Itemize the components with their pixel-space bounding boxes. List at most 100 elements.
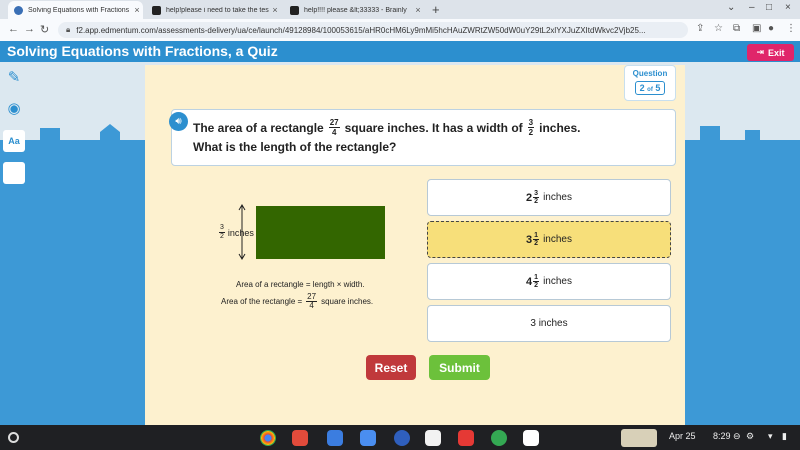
tab-search-icon[interactable]: ⌄ <box>727 2 735 13</box>
brainly-favicon-icon <box>152 5 161 15</box>
fraction-numerator: 3 <box>527 118 535 128</box>
question-label: Question <box>632 69 668 78</box>
notepad-icon[interactable] <box>3 162 25 184</box>
launcher-icon[interactable] <box>8 432 19 443</box>
forward-arrow-icon[interactable]: → <box>24 23 35 35</box>
new-tab-icon[interactable]: + <box>432 2 440 17</box>
sidebar-icon[interactable]: ▣ <box>752 23 761 34</box>
reset-button[interactable]: Reset <box>366 355 416 380</box>
bookmark-star-icon[interactable]: ☆ <box>714 23 723 34</box>
tote-thumbnail[interactable] <box>621 429 657 447</box>
question-total: 5 <box>655 83 661 93</box>
fraction-denominator: 2 <box>534 282 539 289</box>
maximize-icon[interactable]: □ <box>766 2 772 13</box>
tab-solving-equations[interactable]: Solving Equations with Fractions × <box>8 1 143 19</box>
gmail-icon[interactable] <box>292 430 308 446</box>
reload-icon[interactable]: ↻ <box>40 23 49 36</box>
browser-tab-bar: Solving Equations with Fractions × help!… <box>0 0 800 19</box>
tab-brainly-2[interactable]: help!!!! please &lt;33333 - Brainly × <box>284 1 424 19</box>
formula-line-2: Area of the rectangle = 27 4 square inch… <box>221 293 373 310</box>
back-arrow-icon[interactable]: ← <box>8 23 19 35</box>
brainly-favicon-icon <box>290 5 299 15</box>
close-tab-icon[interactable]: × <box>269 5 281 15</box>
fraction-denominator: 4 <box>309 301 314 310</box>
glossary-icon[interactable]: Aa <box>3 130 25 152</box>
text-to-speech-icon[interactable]: ◉ <box>3 97 25 119</box>
submit-button[interactable]: Submit <box>429 355 490 380</box>
fraction-numerator: 1 <box>533 232 540 240</box>
fraction-denominator: 4 <box>331 128 337 137</box>
extensions-icon[interactable]: ⧉ <box>733 23 740 34</box>
tab-title: Solving Equations with Fractions <box>28 6 130 14</box>
minimize-icon[interactable]: – <box>749 2 755 13</box>
speaker-icon[interactable]: 🔊︎ <box>169 112 188 131</box>
play-store-icon[interactable] <box>425 430 441 446</box>
exit-button[interactable]: ⇥ Exit <box>747 44 794 61</box>
close-window-icon[interactable]: × <box>785 2 791 13</box>
wifi-icon[interactable]: ▾ <box>768 431 773 442</box>
formula-text: Area of the rectangle = <box>221 297 303 306</box>
url-text: f2.app.edmentum.com/assessments-delivery… <box>76 25 646 35</box>
mixed-number: 4 1 2 <box>526 274 540 289</box>
messages-icon[interactable] <box>394 430 410 446</box>
question-text: square inches. It has a width of <box>344 120 523 135</box>
answer-option-4[interactable]: 3 inches <box>427 305 671 342</box>
formula-line-1: Area of a rectangle = length × width. <box>236 280 365 289</box>
fraction-denominator: 2 <box>528 128 534 137</box>
formula-fraction: 27 4 <box>306 293 318 310</box>
classroom-icon[interactable] <box>327 430 343 446</box>
app-header: Solving Equations with Fractions, a Quiz <box>0 41 800 62</box>
question-of: of <box>647 87 653 93</box>
area-fraction: 27 4 <box>328 118 340 137</box>
files-icon[interactable] <box>360 430 376 446</box>
whole-number: 2 <box>526 191 533 204</box>
width-unit: inches <box>227 227 254 238</box>
menu-kebab-icon[interactable]: ⋮ <box>786 23 796 34</box>
answer-unit: inches <box>543 192 572 203</box>
question-progress: 2 of 5 <box>634 81 666 95</box>
date-label[interactable]: Apr 25 <box>669 431 696 441</box>
close-tab-icon[interactable]: × <box>412 5 424 15</box>
fraction-denominator: 2 <box>220 233 224 240</box>
drive-icon[interactable] <box>491 430 507 446</box>
formula-text: square inches. <box>321 297 374 306</box>
share-icon[interactable]: ⇪ <box>696 23 704 34</box>
profile-icon[interactable]: ● <box>768 23 774 34</box>
answer-text: 3 inches <box>530 318 568 329</box>
tab-brainly-1[interactable]: help!please i need to take the tes × <box>146 1 281 19</box>
width-fraction: 3 2 <box>527 118 535 137</box>
youtube-icon[interactable] <box>458 430 474 446</box>
question-text-line-2: What is the length of the rectangle? <box>193 140 397 154</box>
time-label[interactable]: 8:29 <box>713 431 731 441</box>
question-current: 2 <box>639 83 645 93</box>
fraction-denominator: 2 <box>534 240 539 247</box>
battery-icon[interactable]: ▮ <box>782 431 787 442</box>
answer-fraction: 3 2 <box>533 190 540 205</box>
os-taskbar: Apr 25 8:29 ⊖ ⚙ ▾ ▮ <box>0 425 800 450</box>
close-tab-icon[interactable]: × <box>131 5 143 15</box>
settings-gear-icon[interactable]: ⚙ <box>746 431 754 442</box>
answer-option-2[interactable]: 3 1 2 inches <box>427 221 671 258</box>
address-bar[interactable]: 🔒︎ f2.app.edmentum.com/assessments-deliv… <box>58 22 688 38</box>
browser-toolbar: ← → ↻ 🔒︎ f2.app.edmentum.com/assessments… <box>0 19 800 41</box>
mixed-number: 2 3 2 <box>526 190 540 205</box>
fraction-numerator: 27 <box>328 118 340 128</box>
answer-fraction: 1 2 <box>533 232 540 247</box>
edmentum-favicon-icon <box>14 5 23 15</box>
answer-option-1[interactable]: 2 3 2 inches <box>427 179 671 216</box>
whole-number: 4 <box>526 275 533 288</box>
do-not-disturb-icon[interactable]: ⊖ <box>733 431 741 442</box>
chrome-icon[interactable] <box>260 430 276 446</box>
tab-title: help!!!! please &lt;33333 - Brainly <box>304 6 407 14</box>
width-label: 3 2 inches <box>219 224 254 241</box>
fraction-denominator: 2 <box>534 198 539 205</box>
tab-title: help!please i need to take the tes <box>166 6 269 14</box>
mixed-number: 3 1 2 <box>526 232 540 247</box>
question-text-line-1: The area of a rectangle 27 4 square inch… <box>193 118 580 137</box>
answer-option-3[interactable]: 4 1 2 inches <box>427 263 671 300</box>
answer-unit: inches <box>543 234 572 245</box>
photos-icon[interactable] <box>523 430 539 446</box>
pencil-icon[interactable]: ✎ <box>3 66 25 88</box>
exit-label: Exit <box>768 47 785 58</box>
fraction-numerator: 3 <box>533 190 540 198</box>
